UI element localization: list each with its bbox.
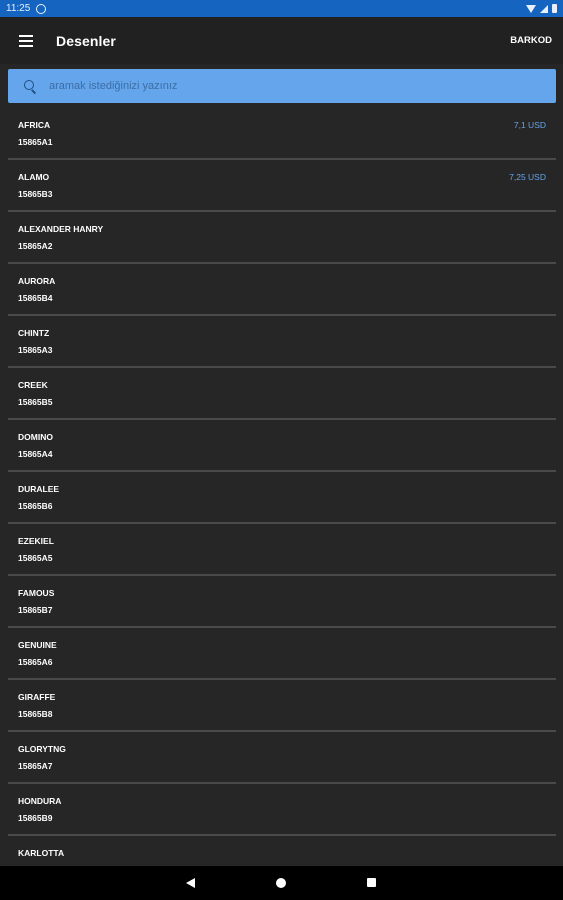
list-item[interactable]: ALAMO 15865B3 7,25 USD [8,160,556,212]
item-code: 15865B8 [18,709,53,719]
item-name: ALEXANDER HANRY [18,224,104,234]
item-name: CREEK [18,380,48,390]
battery-icon [552,4,557,13]
page-title: Desenler [56,32,116,49]
list-item[interactable]: CREEK 15865B5 [8,368,556,420]
item-code: 15865A6 [18,657,53,667]
signal-icon [540,4,548,13]
list-item[interactable]: EZEKIEL 15865A5 [8,524,556,576]
list-item[interactable]: FAMOUS 15865B7 [8,576,556,628]
list-item[interactable]: GENUINE 15865A6 [8,628,556,680]
item-price: 7,25 USD [509,172,546,182]
item-code: 15865A4 [18,449,53,459]
list-item[interactable]: KARLOTTA [8,836,556,860]
menu-icon[interactable] [19,34,33,47]
item-name: GIRAFFE [18,692,56,702]
item-name: EZEKIEL [18,536,54,546]
status-time: 11:25 [6,3,31,14]
sync-status-icon [36,3,47,14]
item-code: 15865A3 [18,345,53,355]
item-code: 15865A2 [18,241,53,251]
item-name: KARLOTTA [18,848,65,858]
item-name: CHINTZ [18,328,50,338]
search-input[interactable] [47,79,521,93]
search-icon [24,79,37,94]
item-code: 15865B7 [18,605,53,615]
list-item[interactable]: DOMINO 15865A4 [8,420,556,472]
list-item[interactable]: HONDURA 15865B9 [8,784,556,836]
item-name: DURALEE [18,484,60,494]
item-code: 15865A7 [18,761,53,771]
list-item[interactable]: GIRAFFE 15865B8 [8,680,556,732]
list-item[interactable]: CHINTZ 15865A3 [8,316,556,368]
barkod-button[interactable]: BARKOD [510,35,552,46]
item-name: ALAMO [18,172,50,182]
list-item[interactable]: AFRICA 15865A1 7,1 USD [8,108,556,160]
list-item[interactable]: GLORYTNG 15865A7 [8,732,556,784]
item-name: GLORYTNG [18,744,66,754]
item-name: DOMINO [18,432,53,442]
back-icon[interactable] [186,878,195,888]
item-code: 15865A5 [18,553,53,563]
status-icons [526,4,557,13]
list-item[interactable]: DURALEE 15865B6 [8,472,556,524]
item-price: 7,1 USD [513,120,546,130]
search-bar[interactable] [8,69,556,103]
status-bar: 11:25 [0,0,563,17]
wifi-icon [526,4,536,13]
item-code: 15865B5 [18,397,53,407]
pattern-list: AFRICA 15865A1 7,1 USD ALAMO 15865B3 7,25 USD… [8,108,556,860]
item-code: 15865B9 [18,813,53,823]
item-name: AURORA [18,276,56,286]
item-code: 15865B3 [18,189,53,199]
item-name: AFRICA [18,120,51,130]
item-name: HONDURA [18,796,62,806]
home-icon[interactable] [276,878,286,888]
app-bar: Desenler BARKOD [0,17,563,64]
item-code: 15865B6 [18,501,53,511]
item-code: 15865B4 [18,293,53,303]
recents-icon[interactable] [367,878,376,887]
list-item[interactable]: AURORA 15865B4 [8,264,556,316]
navigation-bar [0,866,563,900]
list-item[interactable]: ALEXANDER HANRY 15865A2 [8,212,556,264]
item-name: FAMOUS [18,588,55,598]
item-code: 15865A1 [18,137,53,147]
item-name: GENUINE [18,640,57,650]
